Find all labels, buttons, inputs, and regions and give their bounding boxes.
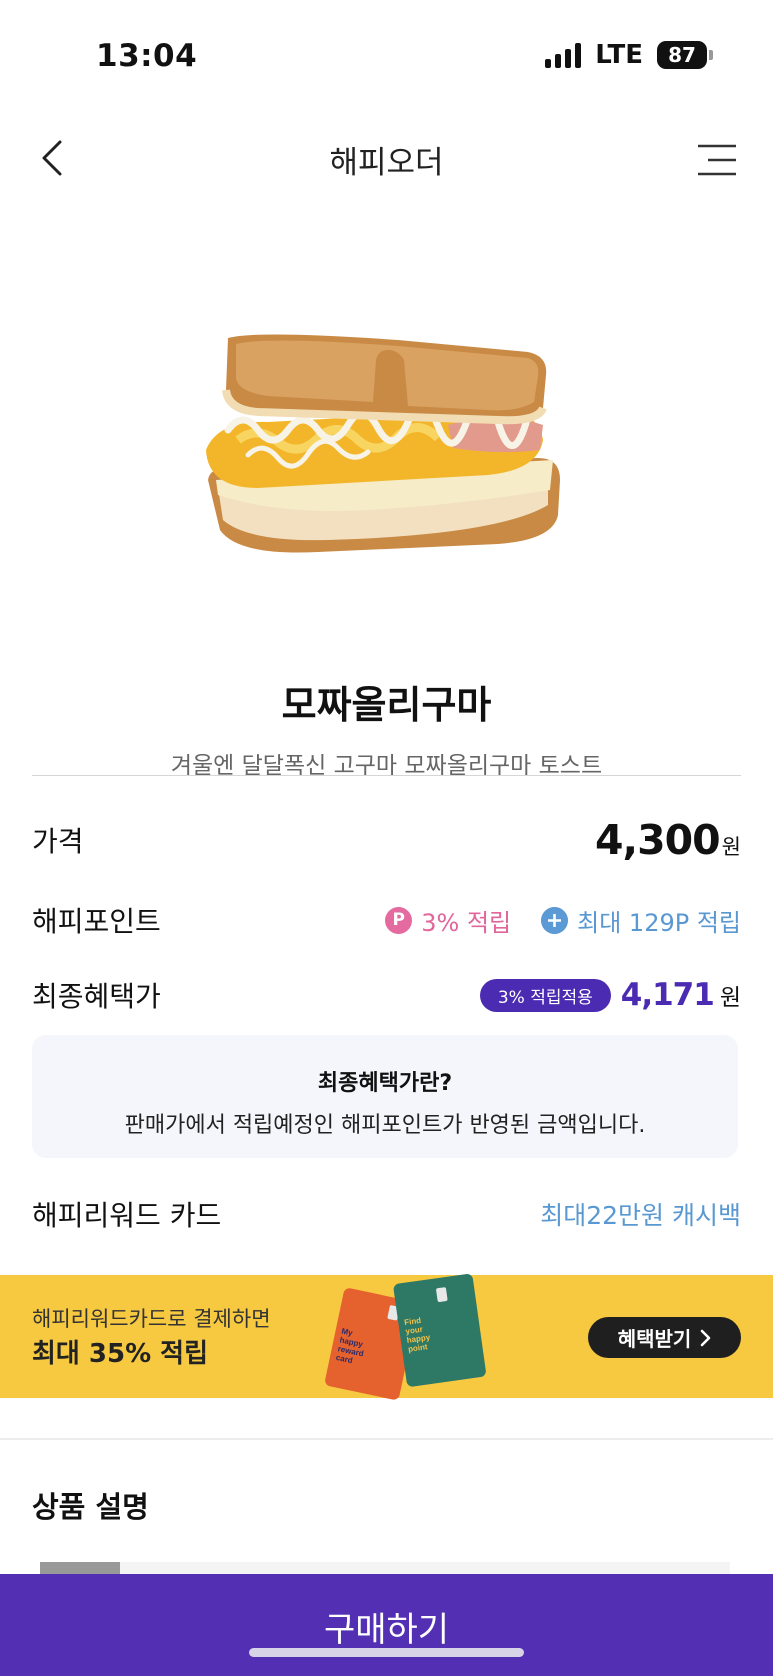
home-indicator[interactable] — [249, 1648, 524, 1657]
reward-card-row[interactable]: 해피리워드 카드 최대22만원 캐시백 — [32, 1192, 741, 1236]
banner-line1: 해피리워드카드로 결제하면 — [32, 1307, 271, 1331]
battery-icon: 87 — [657, 41, 713, 69]
banner-line2: 최대 35% 적립 — [32, 1339, 209, 1369]
final-price-row: 최종혜택가 3% 적립적용 4,171 원 — [32, 972, 741, 1018]
price-label: 가격 — [32, 825, 84, 858]
plus-circle-icon — [541, 906, 569, 934]
point-applied-badge: 3% 적립적용 — [479, 978, 611, 1012]
reward-card-images: Myhappyrewardcard Findyourhappypoint — [325, 1274, 486, 1400]
final-price-info-box: 최종혜택가란? 판매가에서 적립예정인 해피포인트가 반영된 금액입니다. — [32, 1035, 738, 1158]
final-price-value: 4,171 — [620, 977, 715, 1013]
point-rate: 3% 적립 — [421, 908, 512, 937]
chevron-right-icon — [700, 1329, 711, 1346]
happy-point-row: 해피포인트 P 3% 적립 최대 129P 적립 — [32, 898, 741, 942]
section-separator — [0, 1438, 773, 1440]
happy-point-label: 해피포인트 — [32, 905, 161, 938]
cashback-link[interactable]: 최대22만원 캐시백 — [540, 1196, 741, 1232]
price-value: 4,300 — [594, 816, 721, 864]
network-type: LTE — [595, 40, 643, 70]
hamburger-menu-icon[interactable] — [696, 143, 738, 177]
final-price-unit: 원 — [719, 985, 741, 1011]
page-title: 해피오더 — [329, 145, 444, 181]
battery-level: 87 — [657, 41, 707, 69]
info-body: 판매가에서 적립예정인 해피포인트가 반영된 금액입니다. — [124, 1113, 646, 1138]
divider — [32, 775, 741, 776]
get-benefit-label: 혜택받기 — [617, 1327, 692, 1351]
status-time: 13:04 — [96, 38, 198, 74]
cellular-signal-icon — [545, 42, 582, 68]
product-name: 모짜올리구마 — [281, 683, 492, 727]
get-benefit-button[interactable]: 혜택받기 — [588, 1317, 741, 1358]
point-max: 최대 129P 적립 — [577, 908, 741, 937]
product-image — [206, 334, 560, 553]
reward-card-label: 해피리워드 카드 — [32, 1199, 222, 1232]
price-unit: 원 — [721, 835, 741, 859]
point-p-icon: P — [385, 906, 413, 934]
price-row: 가격 4,300 원 — [32, 812, 741, 868]
status-indicators: LTE 87 — [545, 40, 713, 70]
buy-button-label[interactable]: 구매하기 — [0, 1602, 773, 1651]
section-title-description: 상품 설명 — [32, 1490, 149, 1524]
final-price-label: 최종혜택가 — [32, 980, 161, 1013]
info-title: 최종혜택가란? — [317, 1071, 453, 1096]
